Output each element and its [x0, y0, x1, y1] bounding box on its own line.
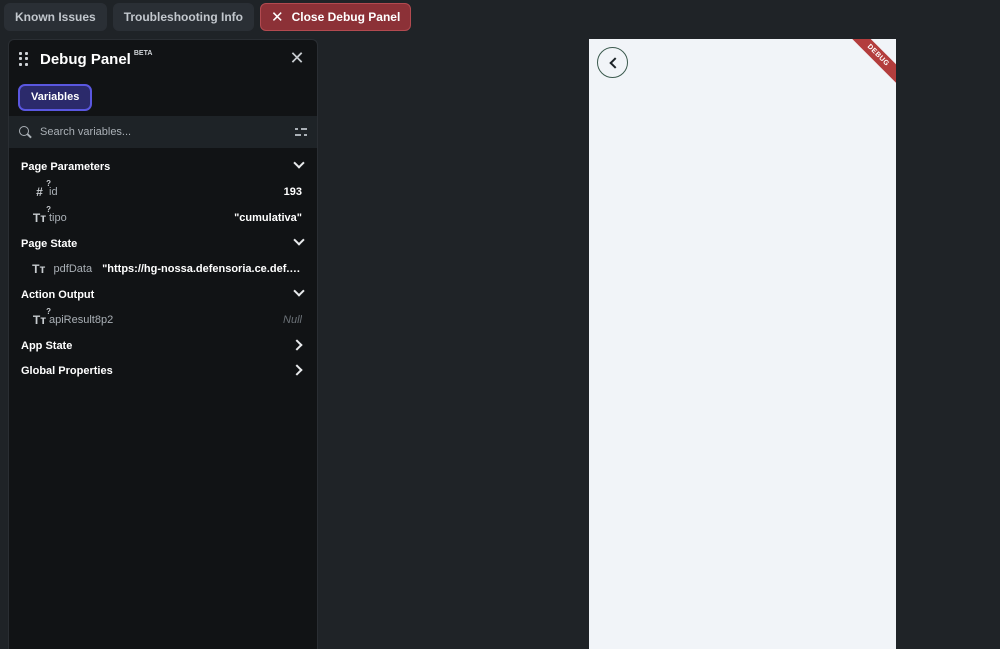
text-type-icon: Tт? [32, 205, 51, 225]
search-icon [19, 125, 32, 139]
section-page-parameters[interactable]: Page Parameters [9, 154, 317, 179]
variable-row-pdfdata[interactable]: Tт pdfData "https://hg-nossa.defensoria.… [9, 256, 317, 282]
section-label: Page Parameters [21, 160, 111, 173]
drag-handle-icon[interactable] [19, 52, 29, 66]
debug-panel: Debug Panel BETA ✕ Variables Page Parame… [8, 39, 318, 649]
debug-ribbon: DEBUG [845, 39, 896, 89]
search-input[interactable] [40, 126, 270, 138]
section-label: App State [21, 339, 73, 352]
troubleshooting-info-button[interactable]: Troubleshooting Info [112, 3, 255, 31]
panel-close-icon[interactable]: ✕ [289, 49, 305, 67]
chevron-down-icon [293, 234, 305, 246]
search-bar [9, 116, 317, 148]
tab-variables[interactable]: Variables [18, 83, 93, 111]
section-label: Global Properties [21, 364, 113, 377]
top-toolbar: Known Issues Troubleshooting Info ✕ Clos… [0, 0, 412, 34]
section-label: Action Output [21, 288, 95, 301]
close-icon: ✕ [271, 8, 284, 26]
close-debug-panel-label: Close Debug Panel [291, 10, 401, 24]
chevron-right-icon [291, 364, 303, 376]
chevron-down-icon [293, 157, 305, 169]
panel-header: Debug Panel BETA ✕ [9, 40, 317, 78]
device-preview: DEBUG [589, 39, 896, 649]
variable-value: "https://hg-nossa.defensoria.ce.def.br/a… [102, 263, 302, 275]
panel-title: Debug Panel [40, 50, 131, 68]
section-page-state[interactable]: Page State [9, 231, 317, 256]
number-type-icon: #? [36, 179, 51, 199]
back-button[interactable] [597, 47, 628, 78]
text-type-icon: Tт? [32, 307, 51, 327]
variable-row-tipo[interactable]: Tт? tipo "cumulativa" [9, 205, 317, 231]
section-app-state[interactable]: App State [9, 333, 317, 358]
section-global-properties[interactable]: Global Properties [9, 358, 317, 383]
filter-icon[interactable] [295, 126, 307, 138]
variable-value: 193 [283, 186, 302, 198]
section-label: Page State [21, 237, 78, 250]
chevron-down-icon [293, 285, 305, 297]
beta-badge: BETA [133, 49, 153, 57]
variable-name: apiResult8p2 [49, 314, 114, 326]
variable-row-apiresult[interactable]: Tт? apiResult8p2 Null [9, 307, 317, 333]
panel-tabs: Variables [9, 78, 317, 116]
variable-name: tipo [49, 212, 67, 224]
chevron-right-icon [291, 339, 303, 351]
variable-row-id[interactable]: #? id 193 [9, 179, 317, 205]
variable-name: pdfData [53, 263, 93, 275]
section-action-output[interactable]: Action Output [9, 282, 317, 307]
variable-value: Null [283, 314, 302, 326]
variable-value: "cumulativa" [234, 212, 302, 224]
close-debug-panel-button[interactable]: ✕ Close Debug Panel [260, 3, 412, 31]
known-issues-button[interactable]: Known Issues [4, 3, 107, 31]
text-type-icon: Tт [32, 262, 46, 276]
